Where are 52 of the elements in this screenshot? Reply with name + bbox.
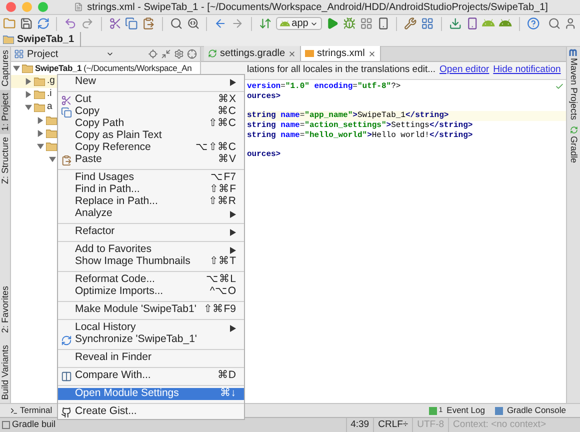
- editor-tab[interactable]: settings.gradle: [204, 46, 302, 61]
- notification-link[interactable]: Hide notification: [493, 63, 561, 78]
- menu-item[interactable]: Open Module Settings ⌘↓: [58, 388, 244, 400]
- code-line: string name="action_settings">Settings</string>: [247, 120, 473, 130]
- tool-window-tab[interactable]: 1: Project: [0, 90, 11, 134]
- tool-window-tab[interactable]: Maven Projects: [568, 49, 579, 120]
- run-config-dropdown[interactable]: app: [276, 17, 322, 30]
- tree-row[interactable]: .i: [25, 88, 52, 101]
- menu-item[interactable]: Refactor: [58, 226, 244, 238]
- menu-item[interactable]: Find in Path... ⇧⌘F: [58, 184, 244, 196]
- code-line: ources>: [247, 150, 281, 160]
- tree-row[interactable]: a: [25, 101, 52, 114]
- tool-window-tab[interactable]: 2: Favorites: [0, 283, 11, 336]
- menu-item[interactable]: Reformat Code... ⌥⌘L: [58, 274, 244, 286]
- menu-item[interactable]: Add to Favorites: [58, 244, 244, 256]
- menu-item[interactable]: Cut ⌘X: [58, 94, 244, 106]
- window-title: strings.xml - SwipeTab_1 - [~/Documents/Workspace_Android/HDD/AndroidStudioProjects/SwipeTab_1]: [87, 0, 548, 14]
- tool-window-button[interactable]: Gradle Console: [494, 404, 566, 417]
- menu-item[interactable]: Compare With... ⌘D: [58, 370, 244, 382]
- tool-window-tab[interactable]: Gradle: [568, 126, 579, 164]
- menu-item[interactable]: Make Module 'SwipeTab1' ⇧⌘F9: [58, 304, 244, 316]
- menu-item[interactable]: Copy Path ⇧⌘C: [58, 118, 244, 130]
- menu-item[interactable]: Optimize Imports... ^⌥O: [58, 286, 244, 298]
- menu-item[interactable]: Find Usages ⌥F7: [58, 172, 244, 184]
- tool-window-tab[interactable]: Build Variants: [0, 342, 11, 403]
- notification-text: lations for all locales in the translations edit...: [247, 63, 436, 78]
- menu-item[interactable]: Copy as Plain Text: [58, 130, 244, 142]
- tree-row[interactable]: .g: [25, 75, 55, 88]
- menu-item[interactable]: Copy Reference ⌥⇧⌘C: [58, 142, 244, 154]
- menu-item[interactable]: Analyze: [58, 208, 244, 220]
- menu-item[interactable]: Show Image Thumbnails ⇧⌘T: [58, 256, 244, 268]
- menu-item[interactable]: Paste ⌘V: [58, 154, 244, 166]
- menu-item[interactable]: Replace in Path... ⇧⌘R: [58, 196, 244, 208]
- status-segment[interactable]: CRLF÷: [373, 418, 412, 432]
- editor-tab[interactable]: strings.xml: [301, 46, 381, 61]
- terminal-tab[interactable]: Terminal: [10, 404, 52, 417]
- menu-item[interactable]: Copy ⌘C: [58, 106, 244, 118]
- status-message: Gradle buil: [12, 418, 56, 432]
- menu-item[interactable]: New: [58, 76, 244, 88]
- tree-row[interactable]: SwipeTab_1 (~/Documents/Workspace_An: [13, 62, 192, 75]
- code-line: string name="app_name">SwipeTab_1</string>: [247, 111, 449, 121]
- menu-item[interactable]: Reveal in Finder: [58, 352, 244, 364]
- status-segment[interactable]: 4:39: [346, 418, 374, 432]
- menu-item[interactable]: Create Gist...: [58, 406, 244, 418]
- menu-item[interactable]: Local History: [58, 322, 244, 334]
- menu-item[interactable]: Synchronize 'SwipeTab_1': [58, 334, 244, 346]
- code-line: version="1.0" encoding="utf-8"?>: [247, 82, 401, 92]
- notification-link[interactable]: Open editor: [440, 63, 490, 78]
- code-line: string name="hello_world">Hello world!</string>: [247, 130, 473, 140]
- code-line: ources>: [247, 92, 281, 102]
- tool-window-tab[interactable]: Z: Structure: [0, 134, 11, 187]
- tool-window-tab[interactable]: Captures: [0, 47, 11, 90]
